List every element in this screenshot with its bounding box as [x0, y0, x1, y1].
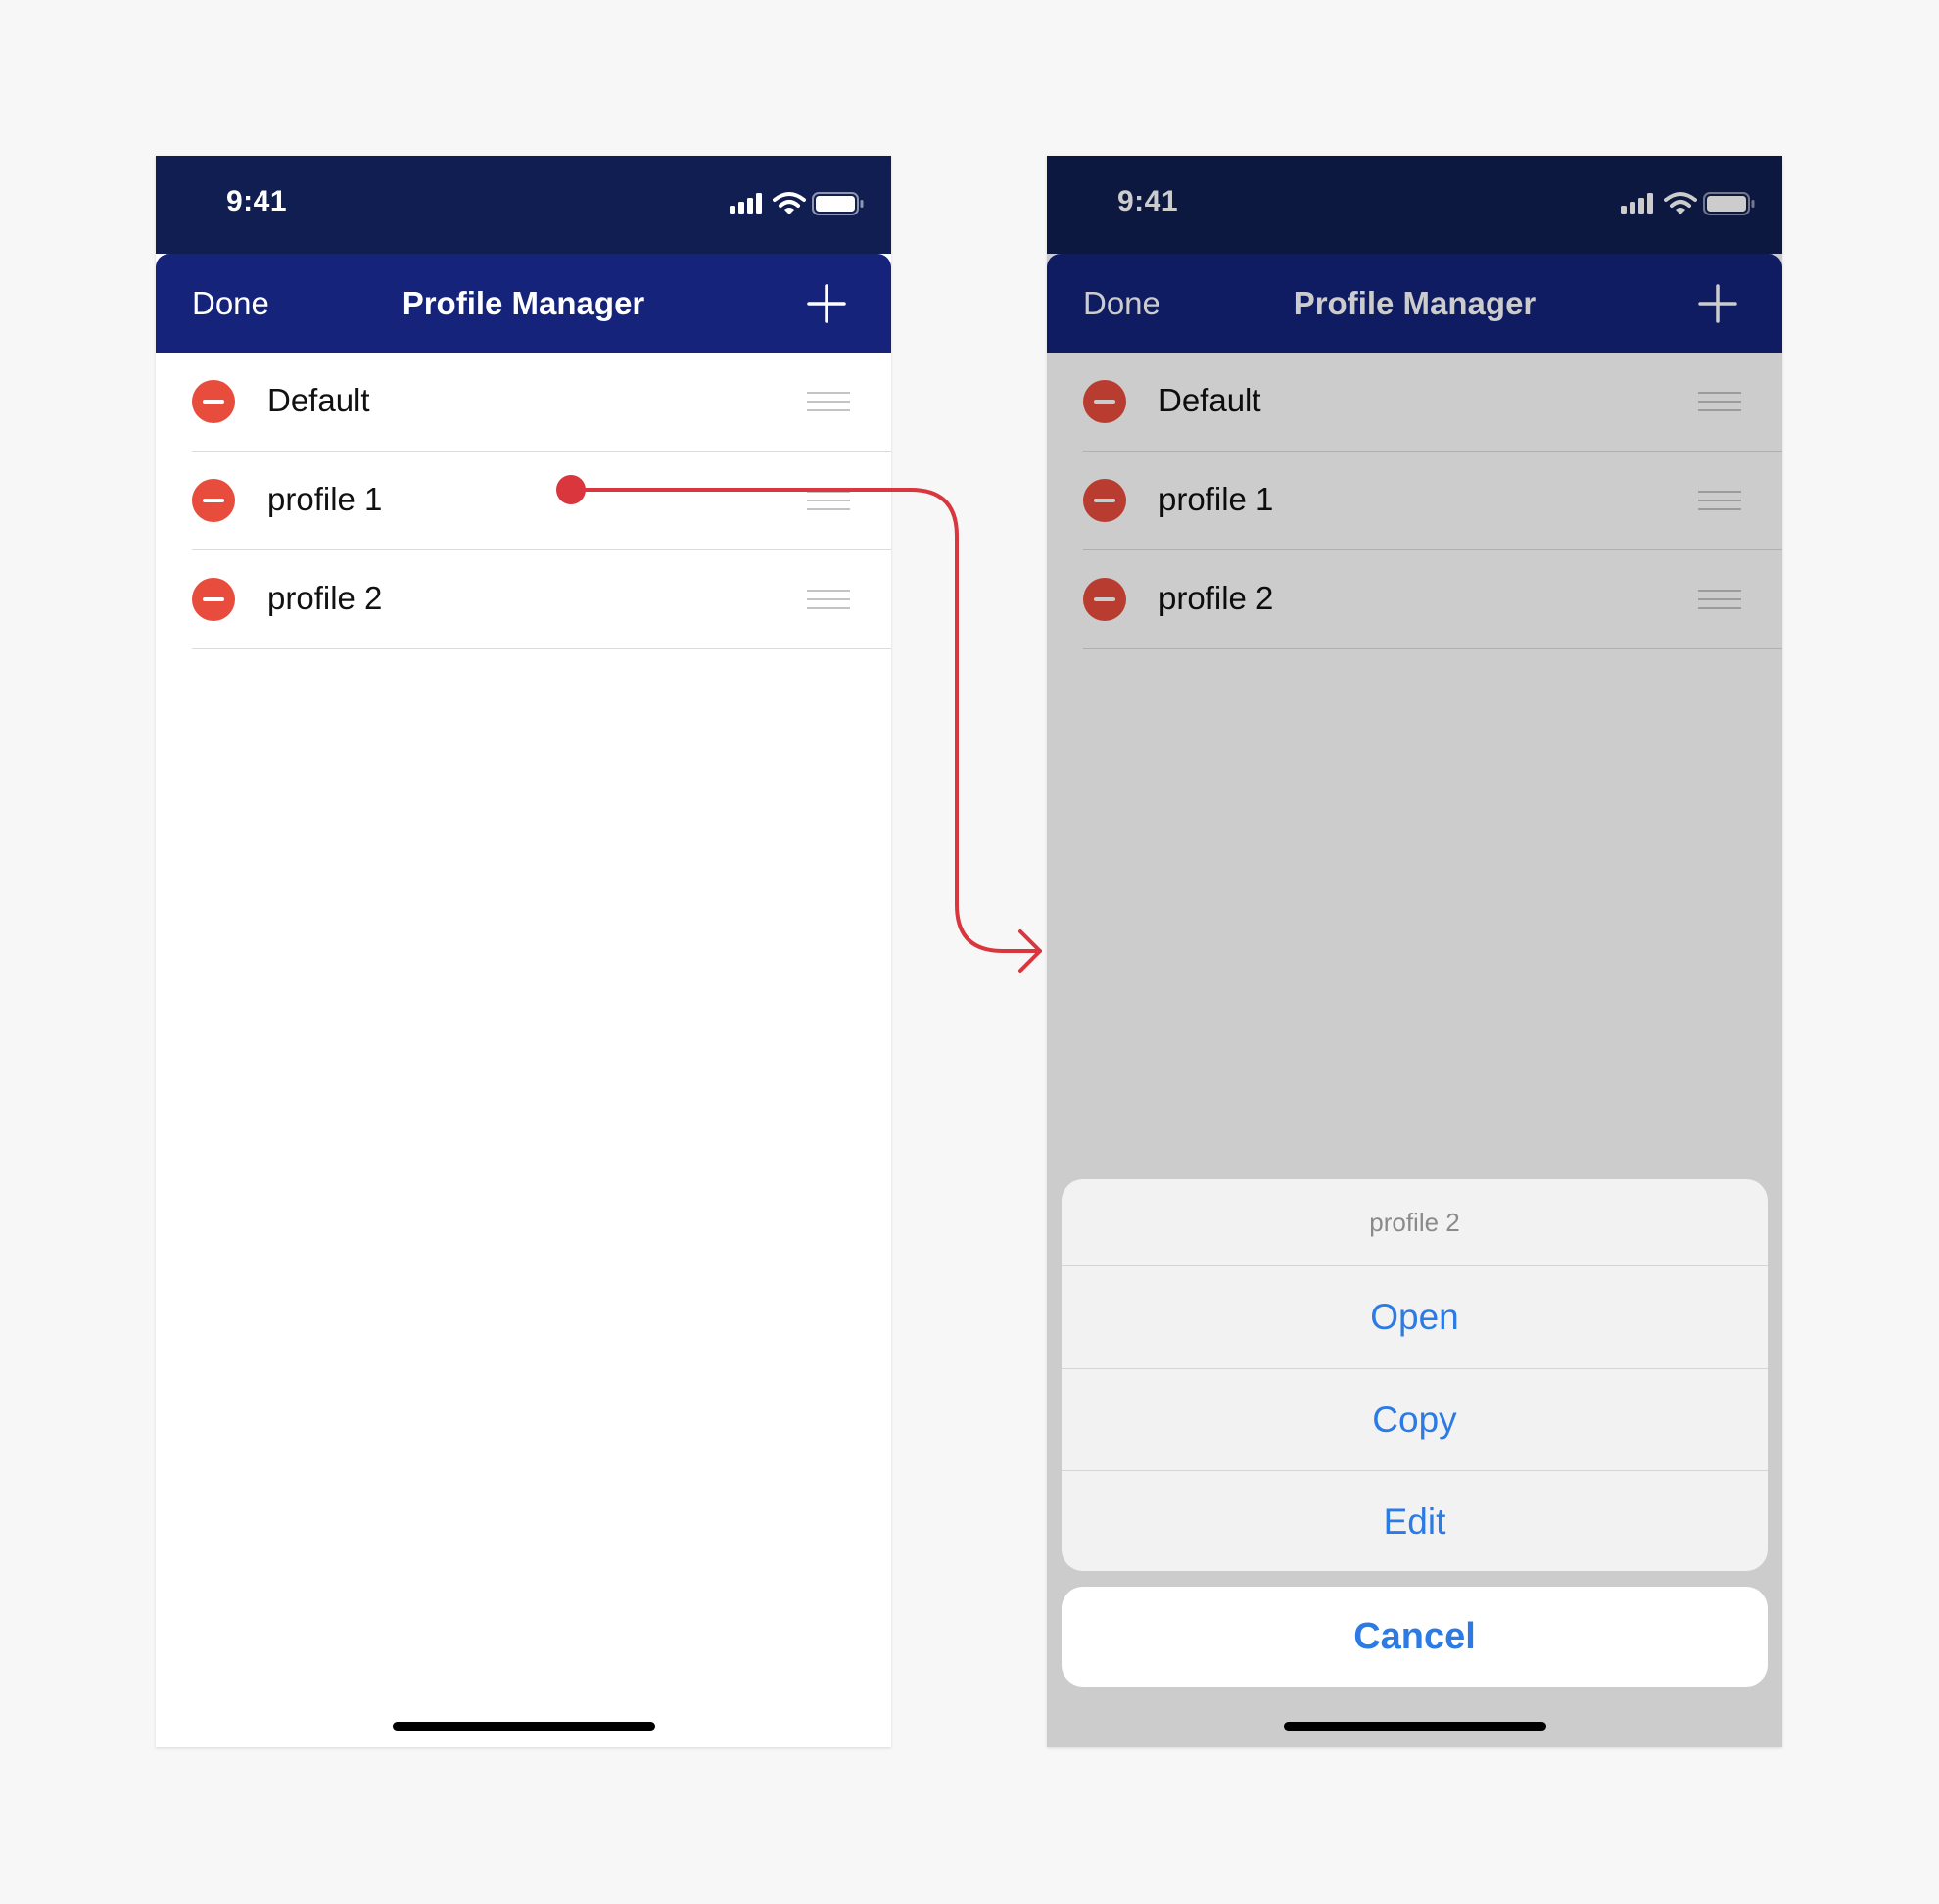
profile-label: profile 2	[1159, 580, 1274, 616]
profile-row-profile-2[interactable]: profile 2	[1047, 550, 1782, 649]
nav-bar: Done Profile Manager	[156, 254, 891, 353]
drag-handle-icon[interactable]	[1698, 588, 1741, 611]
phone-screen-right: 9:41 Done Profile Manager Default profil…	[1047, 156, 1782, 1747]
copy-button[interactable]: Copy	[1062, 1368, 1768, 1470]
profile-row-default[interactable]: Default	[1047, 353, 1782, 452]
minus-circle-icon[interactable]	[1083, 578, 1126, 621]
minus-circle-icon[interactable]	[1083, 380, 1126, 423]
profile-row-profile-2[interactable]: profile 2	[156, 550, 891, 649]
open-button[interactable]: Open	[1062, 1266, 1768, 1368]
arrowhead-icon	[1018, 929, 1042, 973]
profile-label: Default	[267, 382, 370, 418]
cancel-button[interactable]: Cancel	[1062, 1587, 1768, 1687]
profile-row-default[interactable]: Default	[156, 353, 891, 452]
minus-circle-icon[interactable]	[192, 479, 235, 522]
drag-handle-icon[interactable]	[807, 588, 850, 611]
signal-icon	[730, 188, 769, 219]
status-time: 9:41	[1117, 185, 1179, 217]
nav-bar: Done Profile Manager	[1047, 254, 1782, 353]
home-indicator	[1284, 1722, 1546, 1731]
done-button[interactable]: Done	[1083, 285, 1160, 322]
done-button[interactable]: Done	[192, 285, 269, 322]
profile-row-profile-1[interactable]: profile 1	[156, 452, 891, 550]
status-icons	[1621, 188, 1758, 219]
status-bar: 9:41	[1047, 156, 1782, 254]
profile-list: Default profile 1 profile 2	[1047, 353, 1782, 649]
action-sheet-title: profile 2	[1062, 1179, 1768, 1266]
add-profile-button[interactable]	[802, 279, 851, 328]
signal-icon	[1621, 188, 1660, 219]
profile-label: Default	[1159, 382, 1261, 418]
profile-label: profile 1	[1159, 481, 1274, 517]
minus-circle-icon[interactable]	[1083, 479, 1126, 522]
profile-label: profile 2	[267, 580, 383, 616]
wifi-icon	[1664, 192, 1697, 214]
wifi-icon	[773, 192, 806, 214]
profile-list: Default profile 1 profile 2	[156, 353, 891, 649]
drag-handle-icon[interactable]	[1698, 489, 1741, 512]
plus-icon	[1698, 284, 1737, 323]
phone-screen-left: 9:41 Done Profile Manager Default profil…	[156, 156, 891, 1747]
home-indicator	[393, 1722, 655, 1731]
add-profile-button[interactable]	[1693, 279, 1742, 328]
minus-circle-icon[interactable]	[192, 578, 235, 621]
minus-circle-icon[interactable]	[192, 380, 235, 423]
status-icons	[730, 188, 867, 219]
status-bar: 9:41	[156, 156, 891, 254]
profile-row-profile-1[interactable]: profile 1	[1047, 452, 1782, 550]
battery-icon	[1703, 192, 1755, 215]
edit-button[interactable]: Edit	[1062, 1470, 1768, 1571]
drag-handle-icon[interactable]	[807, 489, 850, 512]
status-time: 9:41	[226, 185, 288, 217]
plus-icon	[807, 284, 846, 323]
profile-label: profile 1	[267, 481, 383, 517]
drag-handle-icon[interactable]	[1698, 390, 1741, 413]
battery-icon	[812, 192, 864, 215]
action-sheet: profile 2 Open Copy Edit	[1062, 1179, 1768, 1571]
drag-handle-icon[interactable]	[807, 390, 850, 413]
